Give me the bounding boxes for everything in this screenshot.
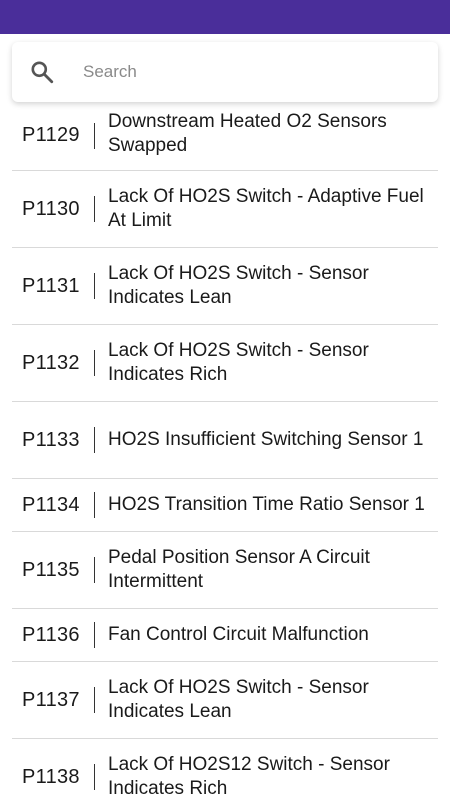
- code-description: Lack Of HO2S Switch - Adaptive Fuel At L…: [108, 186, 424, 231]
- divider: [94, 427, 95, 453]
- code-description: Lack Of HO2S12 Switch - Sensor Indicates…: [108, 754, 390, 799]
- search-bar[interactable]: [12, 42, 438, 102]
- code-label: P1132: [22, 351, 80, 374]
- divider: [94, 557, 95, 583]
- code-description: Downstream Heated O2 Sensors Swapped: [108, 111, 387, 156]
- code-description: Lack Of HO2S Switch - Sensor Indicates R…: [108, 340, 369, 385]
- code-label: P1130: [22, 197, 80, 220]
- list-item[interactable]: P1132 Lack Of HO2S Switch - Sensor Indic…: [12, 325, 438, 402]
- list-item[interactable]: P1136 Fan Control Circuit Malfunction: [12, 609, 438, 662]
- code-label: P1134: [22, 493, 80, 516]
- code-description: Pedal Position Sensor A Circuit Intermit…: [108, 547, 370, 592]
- divider: [94, 687, 95, 713]
- code-description: HO2S Transition Time Ratio Sensor 1: [108, 494, 425, 515]
- status-bar: [0, 0, 450, 34]
- list-item[interactable]: P1130 Lack Of HO2S Switch - Adaptive Fue…: [12, 171, 438, 248]
- divider: [94, 492, 95, 518]
- list-item[interactable]: P1131 Lack Of HO2S Switch - Sensor Indic…: [12, 248, 438, 325]
- code-label: P1131: [22, 274, 80, 297]
- code-list: P1129 Downstream Heated O2 Sensors Swapp…: [12, 102, 438, 800]
- divider: [94, 350, 95, 376]
- divider: [94, 622, 95, 648]
- divider: [94, 196, 95, 222]
- search-icon[interactable]: [29, 59, 55, 85]
- code-description: Fan Control Circuit Malfunction: [108, 624, 369, 645]
- search-input[interactable]: [81, 61, 405, 83]
- divider: [94, 123, 95, 149]
- code-label: P1136: [22, 623, 80, 646]
- divider: [94, 764, 95, 790]
- list-item[interactable]: P1133 HO2S Insufficient Switching Sensor…: [12, 402, 438, 479]
- code-label: P1137: [22, 688, 80, 711]
- code-description: Lack Of HO2S Switch - Sensor Indicates L…: [108, 677, 369, 722]
- code-description: Lack Of HO2S Switch - Sensor Indicates L…: [108, 263, 369, 308]
- code-description: HO2S Insufficient Switching Sensor 1: [108, 429, 424, 450]
- code-label: P1138: [22, 765, 80, 788]
- code-list-screen: P1129 Downstream Heated O2 Sensors Swapp…: [0, 34, 450, 800]
- list-item[interactable]: P1129 Downstream Heated O2 Sensors Swapp…: [12, 102, 438, 171]
- divider: [94, 273, 95, 299]
- code-label: P1129: [22, 124, 80, 146]
- list-item[interactable]: P1134 HO2S Transition Time Ratio Sensor …: [12, 479, 438, 532]
- list-item[interactable]: P1135 Pedal Position Sensor A Circuit In…: [12, 532, 438, 609]
- code-label: P1133: [22, 428, 80, 451]
- list-item[interactable]: P1138 Lack Of HO2S12 Switch - Sensor Ind…: [12, 739, 438, 800]
- list-item[interactable]: P1137 Lack Of HO2S Switch - Sensor Indic…: [12, 662, 438, 739]
- code-label: P1135: [22, 558, 80, 581]
